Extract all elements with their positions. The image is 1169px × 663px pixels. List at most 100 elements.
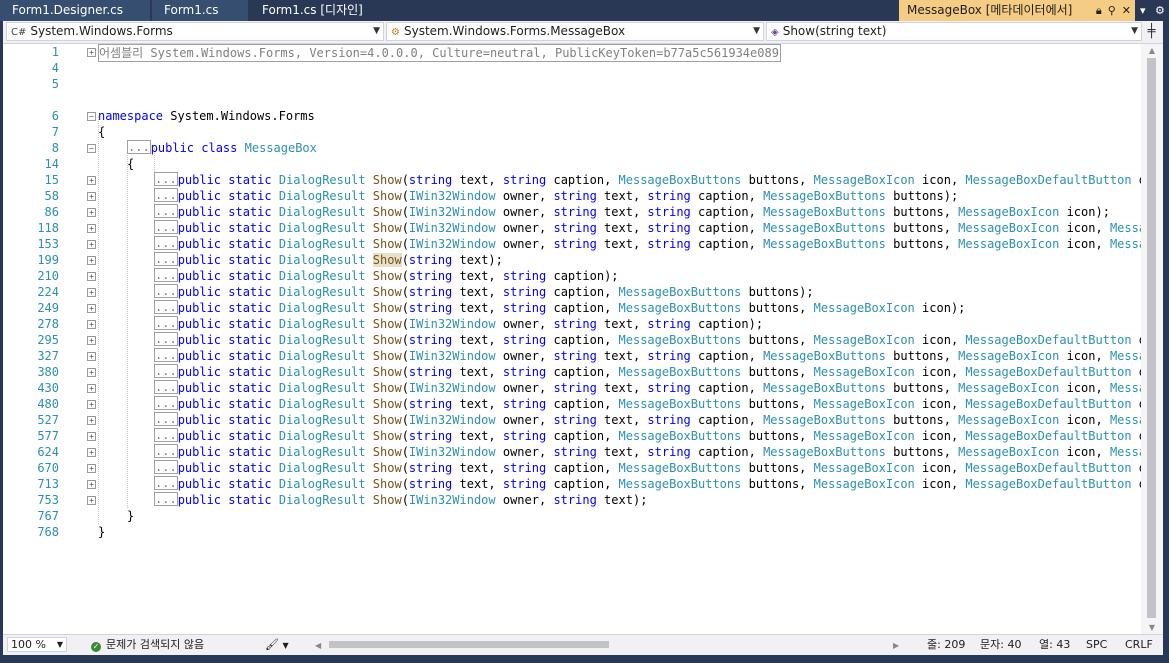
method-signature[interactable]: ...public static DialogResult Show(IWin3… bbox=[154, 380, 1141, 396]
method-signature[interactable]: ...public static DialogResult Show(strin… bbox=[154, 268, 619, 284]
collapsed-region[interactable]: ... bbox=[154, 396, 178, 410]
code-line[interactable]: 153 + ...public static DialogResult Show(I… bbox=[3, 236, 1141, 252]
method-signature[interactable]: ...public static DialogResult Show(strin… bbox=[154, 252, 503, 268]
collapse-icon[interactable]: − bbox=[87, 112, 96, 121]
horizontal-scroll-thumb[interactable] bbox=[329, 641, 609, 648]
method-signature[interactable]: ...public static DialogResult Show(strin… bbox=[154, 172, 1141, 188]
collapsed-region[interactable]: ... bbox=[154, 380, 178, 394]
expand-icon[interactable]: + bbox=[87, 48, 96, 57]
method-signature[interactable]: ...public static DialogResult Show(IWin3… bbox=[154, 492, 647, 508]
collapsed-region[interactable]: ... bbox=[154, 444, 178, 458]
code-line[interactable]: 295 + ...public static DialogResult Show(s… bbox=[3, 332, 1141, 348]
collapsed-region[interactable]: ... bbox=[154, 428, 178, 442]
method-signature[interactable]: ...public static DialogResult Show(IWin3… bbox=[154, 220, 1141, 236]
char-indicator[interactable]: 문자: 40 bbox=[980, 635, 1021, 654]
type-dropdown[interactable]: ⚙︎ System.Windows.Forms.MessageBox ▼ bbox=[386, 22, 764, 41]
code-line[interactable]: 670 + ...public static DialogResult Show(s… bbox=[3, 460, 1141, 476]
vertical-scrollbar[interactable]: ▲ ▼ bbox=[1141, 44, 1163, 634]
expand-icon[interactable]: + bbox=[87, 400, 96, 409]
horizontal-scrollbar[interactable]: ◀ ▶ bbox=[313, 640, 899, 650]
expand-icon[interactable]: + bbox=[87, 384, 96, 393]
collapsed-region[interactable]: ... bbox=[127, 140, 151, 154]
method-signature[interactable]: ...public static DialogResult Show(IWin3… bbox=[154, 444, 1141, 460]
method-signature[interactable]: ...public static DialogResult Show(IWin3… bbox=[154, 204, 1110, 220]
code-line[interactable]: 768} bbox=[3, 524, 1141, 540]
method-signature[interactable]: ...public static DialogResult Show(IWin3… bbox=[154, 188, 958, 204]
code-line[interactable]: 6 − namespace System.Windows.Forms bbox=[3, 108, 1141, 124]
code-line[interactable]: 278 + ...public static DialogResult Show(I… bbox=[3, 316, 1141, 332]
tab-overflow-button[interactable]: ▾ bbox=[1140, 0, 1146, 21]
code-line[interactable]: 480 + ...public static DialogResult Show(s… bbox=[3, 396, 1141, 412]
collapsed-region[interactable]: ... bbox=[154, 172, 178, 186]
code-line[interactable]: 380 + ...public static DialogResult Show(s… bbox=[3, 364, 1141, 380]
expand-icon[interactable]: + bbox=[87, 336, 96, 345]
line-ending-indicator[interactable]: CRLF bbox=[1125, 635, 1153, 654]
code-line[interactable]: 5 bbox=[3, 76, 1141, 92]
expand-icon[interactable]: + bbox=[87, 368, 96, 377]
scroll-right-icon[interactable]: ▶ bbox=[893, 636, 899, 655]
collapsed-region[interactable]: ... bbox=[154, 412, 178, 426]
collapsed-region[interactable]: ... bbox=[154, 188, 178, 202]
code-line[interactable]: 527 + ...public static DialogResult Show(I… bbox=[3, 412, 1141, 428]
code-line[interactable]: 327 + ...public static DialogResult Show(I… bbox=[3, 348, 1141, 364]
tab-messagebox-metadata[interactable]: MessageBox [메타데이터에서] 🔒︎ ⚲ ✕ bbox=[899, 0, 1135, 21]
collapsed-region[interactable]: ... bbox=[154, 316, 178, 330]
expand-icon[interactable]: + bbox=[87, 448, 96, 457]
method-signature[interactable]: ...public static DialogResult Show(strin… bbox=[154, 476, 1141, 492]
expand-icon[interactable]: + bbox=[87, 320, 96, 329]
code-line[interactable]: 713 + ...public static DialogResult Show(s… bbox=[3, 476, 1141, 492]
collapsed-region[interactable]: ... bbox=[154, 284, 178, 298]
tab-form1-designer[interactable]: Form1.Designer.cs bbox=[0, 0, 150, 21]
code-line[interactable]: 753 + ...public static DialogResult Show(I… bbox=[3, 492, 1141, 508]
method-signature[interactable]: ...public static DialogResult Show(strin… bbox=[154, 300, 965, 316]
method-signature[interactable]: ...public static DialogResult Show(strin… bbox=[154, 284, 814, 300]
vertical-scroll-thumb[interactable] bbox=[1147, 58, 1156, 618]
issues-indicator[interactable]: ✓ 문제가 검색되지 않음 bbox=[91, 635, 204, 654]
method-signature[interactable]: ...public static DialogResult Show(IWin3… bbox=[154, 236, 1141, 252]
close-icon[interactable]: ✕ bbox=[1122, 4, 1131, 17]
expand-icon[interactable]: + bbox=[87, 256, 96, 265]
code-line[interactable]: 249 + ...public static DialogResult Show(s… bbox=[3, 300, 1141, 316]
collapsed-region[interactable]: ... bbox=[154, 268, 178, 282]
code-line[interactable]: 8− ...public class MessageBox bbox=[3, 140, 1141, 156]
method-signature[interactable]: ...public static DialogResult Show(IWin3… bbox=[154, 316, 763, 332]
method-signature[interactable]: ...public static DialogResult Show(strin… bbox=[154, 396, 1141, 412]
collapsed-region[interactable]: ... bbox=[154, 300, 178, 314]
expand-icon[interactable]: + bbox=[87, 416, 96, 425]
column-indicator[interactable]: 열: 43 bbox=[1039, 635, 1070, 654]
code-line[interactable]: 624 + ...public static DialogResult Show(I… bbox=[3, 444, 1141, 460]
method-signature[interactable]: ...public static DialogResult Show(strin… bbox=[154, 428, 1141, 444]
member-dropdown[interactable]: ◈ Show(string text) ▼ bbox=[766, 22, 1142, 41]
code-line[interactable]: 1 + 어셈블리 System.Windows.Forms, Version=4.0… bbox=[3, 44, 1141, 62]
collapsed-region[interactable]: ... bbox=[154, 460, 178, 474]
code-line[interactable]: 4 bbox=[3, 60, 1141, 76]
code-line[interactable]: 118 + ...public static DialogResult Show(I… bbox=[3, 220, 1141, 236]
expand-icon[interactable]: + bbox=[87, 496, 96, 505]
expand-icon[interactable]: + bbox=[87, 480, 96, 489]
collapsed-region[interactable]: ... bbox=[154, 252, 178, 266]
expand-icon[interactable]: + bbox=[87, 288, 96, 297]
settings-button[interactable]: ⚙ bbox=[1155, 0, 1165, 21]
project-dropdown[interactable]: C# System.Windows.Forms ▼ bbox=[6, 22, 384, 41]
collapsed-region[interactable]: ... bbox=[154, 476, 178, 490]
collapse-icon[interactable]: − bbox=[87, 144, 96, 153]
code-line[interactable]: 210 + ...public static DialogResult Show(s… bbox=[3, 268, 1141, 284]
expand-icon[interactable]: + bbox=[87, 176, 96, 185]
collapsed-region[interactable]: ... bbox=[154, 236, 178, 250]
code-line[interactable]: 14 { bbox=[3, 156, 1141, 172]
method-signature[interactable]: ...public static DialogResult Show(IWin3… bbox=[154, 348, 1141, 364]
code-line[interactable]: 86 + ...public static DialogResult Show(IW… bbox=[3, 204, 1141, 220]
collapsed-region[interactable]: ... bbox=[154, 348, 178, 362]
expand-icon[interactable]: + bbox=[87, 464, 96, 473]
expand-icon[interactable]: + bbox=[87, 208, 96, 217]
method-signature[interactable]: ...public static DialogResult Show(strin… bbox=[154, 332, 1141, 348]
scroll-left-icon[interactable]: ◀ bbox=[315, 636, 321, 655]
expand-icon[interactable]: + bbox=[87, 240, 96, 249]
expand-icon[interactable]: + bbox=[87, 272, 96, 281]
code-line[interactable]: 15 + ...public static DialogResult Show(st… bbox=[3, 172, 1141, 188]
code-line[interactable]: 58 + ...public static DialogResult Show(IW… bbox=[3, 188, 1141, 204]
code-line[interactable]: 767} bbox=[3, 508, 1141, 524]
code-line[interactable]: 7{ bbox=[3, 124, 1141, 140]
scroll-up-icon[interactable]: ▲ bbox=[1141, 46, 1163, 55]
method-signature[interactable]: ...public static DialogResult Show(strin… bbox=[154, 364, 1141, 380]
